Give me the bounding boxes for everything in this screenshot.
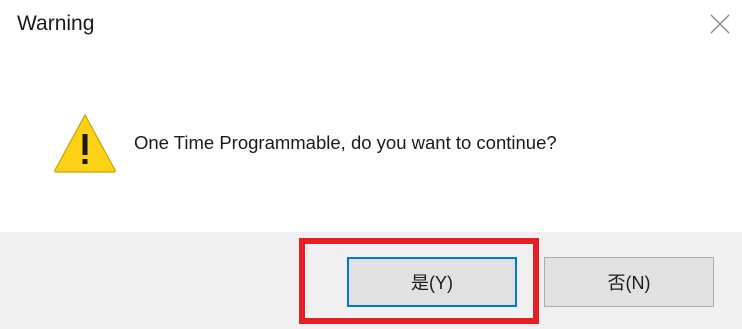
- yes-button[interactable]: 是(Y): [347, 257, 517, 307]
- warning-dialog: Warning One Time Programmable, do you wa…: [0, 0, 742, 329]
- dialog-message: One Time Programmable, do you want to co…: [134, 132, 557, 153]
- warning-icon: [52, 112, 118, 174]
- dialog-title: Warning: [17, 12, 95, 35]
- close-icon[interactable]: [708, 12, 732, 36]
- dialog-footer: 是(Y) 否(N): [0, 232, 742, 329]
- dialog-content: One Time Programmable, do you want to co…: [0, 100, 742, 200]
- no-button[interactable]: 否(N): [544, 257, 714, 307]
